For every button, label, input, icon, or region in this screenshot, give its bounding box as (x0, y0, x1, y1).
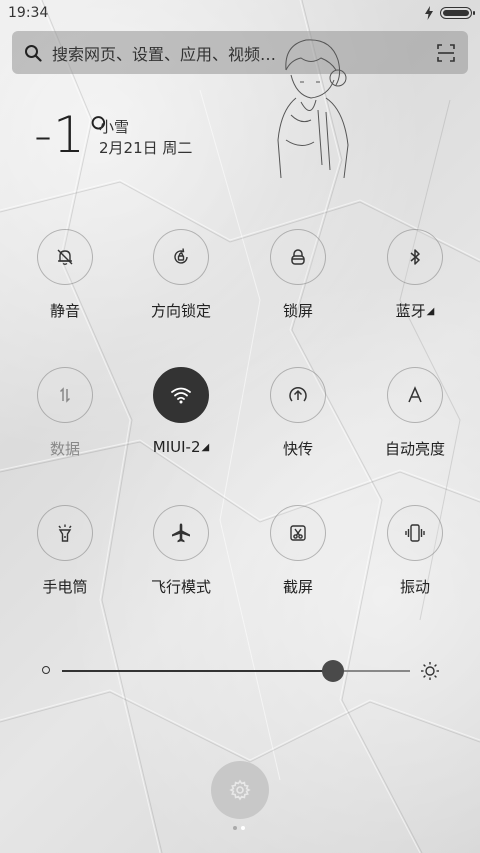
status-bar: 19:34 (0, 0, 480, 28)
toggle-silent-label: 静音 (49, 302, 80, 320)
toggle-silent[interactable]: 静音 (15, 229, 115, 339)
page-indicator (233, 826, 245, 830)
toggle-bluetooth[interactable]: 蓝牙◢ (365, 229, 465, 339)
toggle-screenshot-label: 截屏 (282, 578, 313, 596)
wallpaper-character-illustration (277, 39, 349, 179)
brightness-thumb[interactable] (322, 660, 345, 682)
toggle-lock-screen-button[interactable] (270, 229, 326, 285)
toggle-auto-brightness-label: 自动亮度 (384, 440, 445, 458)
search-bar[interactable]: 搜索网页、设置、应用、视频… (12, 31, 468, 74)
auto-brightness-icon (408, 386, 422, 403)
brightness-slider[interactable] (38, 655, 442, 685)
status-icons (424, 6, 475, 20)
toggle-rotation-lock-label: 方向锁定 (150, 302, 211, 320)
toggle-airplane-mode[interactable]: 飞行模式 (131, 505, 231, 615)
toggle-mobile-data-button[interactable] (37, 367, 93, 423)
toggle-flashlight-button[interactable] (37, 505, 93, 561)
toggle-mobile-data[interactable]: 数据 (15, 367, 115, 477)
brightness-low-icon (42, 666, 50, 674)
brightness-high-icon (421, 662, 439, 680)
toggle-wifi[interactable]: MIUI-2◢ (131, 367, 231, 477)
page-dot (233, 826, 237, 830)
gear-icon (229, 779, 251, 801)
bluetooth-icon (410, 249, 420, 265)
vibrate-icon (405, 524, 425, 542)
scan-icon[interactable] (436, 43, 456, 63)
toggle-airplane-mode-button[interactable] (153, 505, 209, 561)
toggle-flashlight[interactable]: 手电筒 (15, 505, 115, 615)
toggle-wifi-button[interactable] (153, 367, 209, 423)
weather-date: 2月21日 周二 (99, 139, 193, 157)
toggle-rotation-lock-button[interactable] (153, 229, 209, 285)
weather-condition: 小雪 (99, 118, 130, 136)
toggle-lock-screen[interactable]: 锁屏 (248, 229, 348, 339)
toggle-bluetooth-button[interactable] (387, 229, 443, 285)
lock-icon (291, 249, 305, 265)
toggle-airplane-mode-label: 飞行模式 (150, 578, 211, 596)
toggle-auto-brightness[interactable]: 自动亮度 (365, 367, 465, 477)
settings-button[interactable] (211, 761, 269, 819)
toggle-bluetooth-label: 蓝牙◢ (395, 302, 435, 320)
toggle-screenshot[interactable]: 截屏 (248, 505, 348, 615)
brightness-fill (62, 670, 334, 672)
search-icon (25, 44, 42, 62)
bell-off-icon (57, 249, 73, 265)
toggle-vibrate[interactable]: 振动 (365, 505, 465, 615)
flashlight-icon (58, 524, 72, 542)
toggle-auto-brightness-button[interactable] (387, 367, 443, 423)
charging-icon (425, 6, 433, 20)
battery-icon (440, 7, 475, 19)
page-dot-active (241, 826, 245, 830)
mobile-data-icon (59, 387, 71, 403)
screenshot-icon (290, 525, 306, 541)
toggle-quick-transfer[interactable]: 快传 (248, 367, 348, 477)
toggle-quick-transfer-label: 快传 (282, 440, 313, 458)
toggle-wifi-label: MIUI-2◢ (152, 438, 210, 456)
toggle-rotation-lock[interactable]: 方向锁定 (131, 229, 231, 339)
toggle-lock-screen-label: 锁屏 (282, 302, 313, 320)
airplane-icon (172, 523, 190, 543)
toggle-quick-transfer-button[interactable] (270, 367, 326, 423)
toggle-vibrate-label: 振动 (399, 578, 430, 596)
wifi-icon (171, 387, 191, 404)
toggle-vibrate-button[interactable] (387, 505, 443, 561)
share-upload-icon (289, 386, 307, 402)
toggle-flashlight-label: 手电筒 (42, 578, 88, 596)
status-time: 19:34 (8, 5, 49, 21)
toggle-mobile-data-label: 数据 (49, 440, 80, 458)
search-input[interactable]: 搜索网页、设置、应用、视频… (52, 41, 436, 65)
rotation-lock-icon (174, 248, 188, 264)
toggle-silent-button[interactable] (37, 229, 93, 285)
toggle-screenshot-button[interactable] (270, 505, 326, 561)
